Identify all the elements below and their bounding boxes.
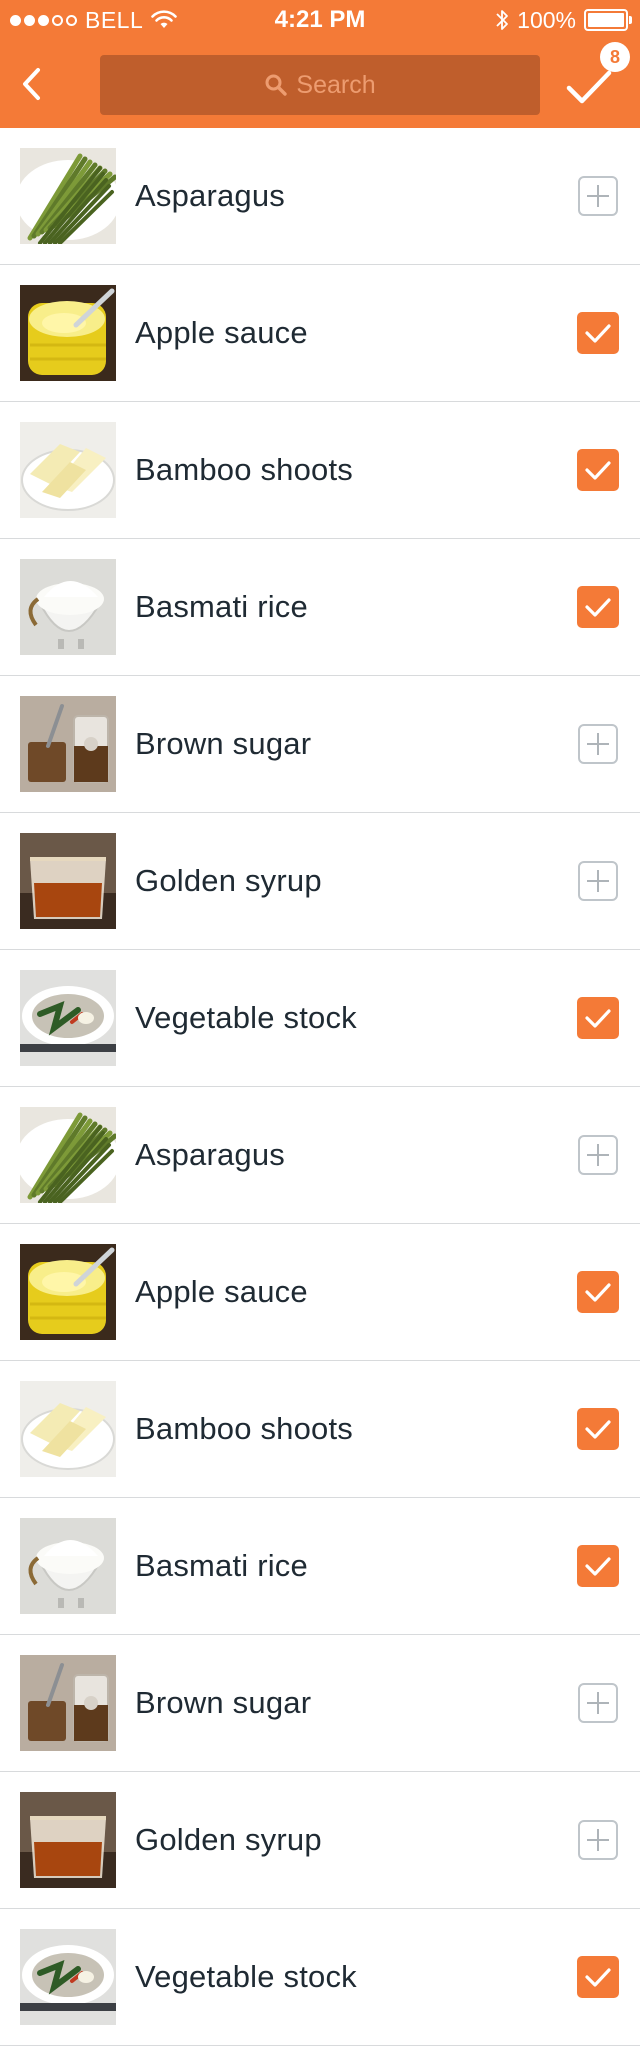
ingredient-label: Golden syrup — [135, 1822, 322, 1857]
ingredient-row[interactable]: Asparagus — [0, 128, 640, 265]
basmati-rice-image — [20, 1518, 116, 1614]
basmati-rice-image — [20, 559, 116, 655]
battery-percent: 100% — [517, 6, 576, 33]
checked-checkbox-icon[interactable] — [576, 311, 620, 355]
asparagus-image — [20, 148, 116, 244]
asparagus-image — [20, 1107, 116, 1203]
checked-checkbox-icon[interactable] — [576, 585, 620, 629]
ingredient-label: Golden syrup — [135, 863, 322, 898]
ingredient-label: Asparagus — [135, 178, 286, 213]
ingredient-row[interactable]: Basmati rice — [0, 539, 640, 676]
add-plus-icon[interactable] — [576, 859, 620, 903]
ingredient-row[interactable]: Bamboo shoots — [0, 402, 640, 539]
battery-icon — [584, 9, 632, 31]
ingredient-label: Vegetable stock — [135, 1959, 357, 1994]
checked-checkbox-icon[interactable] — [576, 1955, 620, 1999]
ingredient-row[interactable]: Apple sauce — [0, 1224, 640, 1361]
ingredient-label: Brown sugar — [135, 1685, 312, 1720]
apple-sauce-image — [20, 1244, 116, 1340]
add-plus-icon[interactable] — [576, 1681, 620, 1725]
ingredient-list: Asparagus Apple sauce Bamboo shoots Basm… — [0, 128, 640, 2046]
ingredient-label: Bamboo shoots — [135, 1411, 354, 1446]
ingredient-row[interactable]: Apple sauce — [0, 265, 640, 402]
golden-syrup-image — [20, 833, 116, 929]
brown-sugar-image — [20, 696, 116, 792]
ingredient-label: Bamboo shoots — [135, 452, 354, 487]
ingredient-row[interactable]: Brown sugar — [0, 676, 640, 813]
ingredient-row[interactable]: Asparagus — [0, 1087, 640, 1224]
nav-header: BELL 4:21 PM 100% Search 8 — [0, 0, 640, 128]
checked-checkbox-icon[interactable] — [576, 996, 620, 1040]
checked-checkbox-icon[interactable] — [576, 1407, 620, 1451]
bluetooth-icon — [496, 10, 509, 30]
done-button[interactable]: 8 — [562, 42, 630, 114]
add-plus-icon[interactable] — [576, 722, 620, 766]
ingredient-row[interactable]: Vegetable stock — [0, 1909, 640, 2046]
bamboo-shoots-image — [20, 422, 116, 518]
search-placeholder: Search — [296, 70, 376, 99]
add-plus-icon[interactable] — [576, 174, 620, 218]
checked-checkbox-icon[interactable] — [576, 1544, 620, 1588]
status-right: 100% — [495, 7, 632, 33]
ingredient-label: Apple sauce — [135, 315, 308, 350]
ingredient-row[interactable]: Basmati rice — [0, 1498, 640, 1635]
apple-sauce-image — [20, 285, 116, 381]
search-icon — [265, 74, 288, 96]
ingredient-row[interactable]: Golden syrup — [0, 1772, 640, 1909]
back-button[interactable] — [14, 62, 50, 106]
ingredient-label: Basmati rice — [135, 1548, 308, 1583]
chevron-left-icon — [23, 68, 40, 100]
search-input[interactable]: Search — [100, 55, 540, 115]
checked-checkbox-icon[interactable] — [576, 448, 620, 492]
ingredient-label: Basmati rice — [135, 589, 308, 624]
ingredient-row[interactable]: Golden syrup — [0, 813, 640, 950]
status-bar: BELL 4:21 PM 100% — [0, 0, 640, 40]
vegetable-stock-image — [20, 970, 116, 1066]
ingredient-label: Vegetable stock — [135, 1000, 357, 1035]
checked-checkbox-icon[interactable] — [576, 1270, 620, 1314]
ingredient-label: Apple sauce — [135, 1274, 308, 1309]
bamboo-shoots-image — [20, 1381, 116, 1477]
ingredient-row[interactable]: Vegetable stock — [0, 950, 640, 1087]
ingredient-row[interactable]: Brown sugar — [0, 1635, 640, 1772]
add-plus-icon[interactable] — [576, 1818, 620, 1862]
brown-sugar-image — [20, 1655, 116, 1751]
ingredient-label: Brown sugar — [135, 726, 312, 761]
ingredient-label: Asparagus — [135, 1137, 286, 1172]
add-plus-icon[interactable] — [576, 1133, 620, 1177]
checkmark-icon — [566, 70, 612, 104]
selected-count-badge: 8 — [600, 42, 630, 72]
vegetable-stock-image — [20, 1929, 116, 2025]
golden-syrup-image — [20, 1792, 116, 1888]
ingredient-row[interactable]: Bamboo shoots — [0, 1361, 640, 1498]
